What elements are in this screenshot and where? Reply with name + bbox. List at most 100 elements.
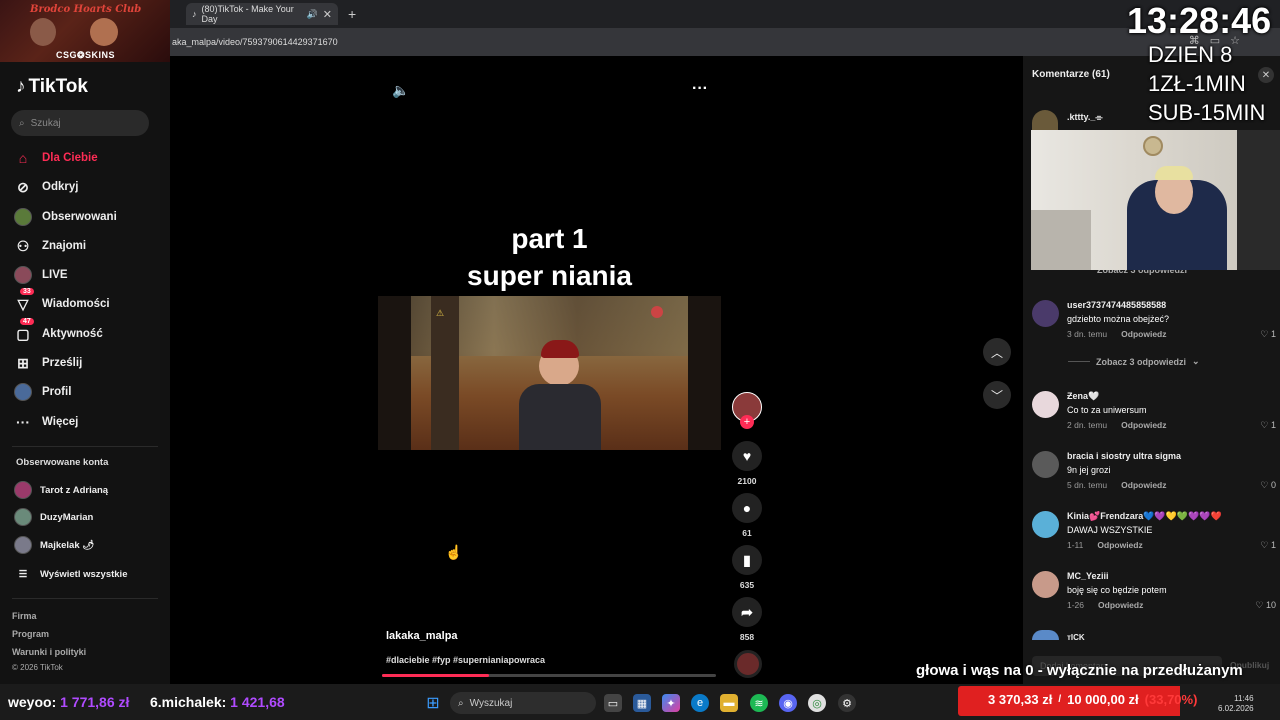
sidebar-item-label: Więcej xyxy=(42,416,79,428)
sound-disc-icon[interactable] xyxy=(734,650,762,678)
next-video-button[interactable]: ﹀ xyxy=(983,381,1011,409)
comment-like-button[interactable]: ♡ 1 xyxy=(1260,420,1276,431)
file-explorer-icon[interactable]: ▬ xyxy=(720,694,738,712)
comment-avatar[interactable] xyxy=(1032,451,1059,478)
app-icon[interactable]: ⚙ xyxy=(838,694,856,712)
reply-button[interactable]: Odpowiedz xyxy=(1121,420,1166,430)
following-account[interactable]: Majkelak 🌶 xyxy=(14,534,164,556)
sidebar-item-upload[interactable]: ⊞ Prześlij xyxy=(14,351,164,375)
share-button[interactable]: ➦ 858 xyxy=(732,597,762,642)
footer-link-terms[interactable]: Warunki i polityki xyxy=(12,647,86,657)
close-comments-icon[interactable]: ✕ xyxy=(1258,67,1274,83)
search-input[interactable]: ⌕ Szukaj xyxy=(11,110,149,136)
video-frame: ⚠ xyxy=(378,296,721,450)
store-icon[interactable]: ▦ xyxy=(633,694,651,712)
comment-avatar[interactable] xyxy=(1032,391,1059,418)
reply-button[interactable]: Odpowiedz xyxy=(1121,329,1166,339)
activity-icon: ▢ 47 xyxy=(14,318,34,343)
task-view-icon[interactable]: ▭ xyxy=(604,694,622,712)
follow-plus-icon[interactable]: + xyxy=(740,415,754,429)
mouse-cursor-icon: ☝ xyxy=(445,544,463,560)
comment-user[interactable]: .kttty._⌯ xyxy=(1067,112,1103,123)
comment-user[interactable]: bracia i siostry ultra sigma xyxy=(1067,451,1181,461)
search-icon: ⌕ xyxy=(458,697,464,709)
view-replies-button[interactable]: Zobacz 3 odpowiedzi ⌄ xyxy=(1068,356,1200,367)
comment-user[interactable]: user3737474485858588 xyxy=(1067,300,1166,310)
comment-like-count: 10 xyxy=(1265,600,1276,610)
stream-club-title: Brodco Hoarts Club xyxy=(30,4,142,15)
footer-link-company[interactable]: Firma xyxy=(12,611,37,621)
share-count: 858 xyxy=(739,632,755,642)
sidebar-item-messages[interactable]: ▽ 33 Wiadomości xyxy=(14,288,164,316)
comment-button[interactable]: ● 61 xyxy=(732,493,762,538)
footer-link-program[interactable]: Program xyxy=(12,629,49,639)
clock-date: 6.02.2026 xyxy=(1218,704,1254,713)
sidebar-item-label: LIVE xyxy=(42,269,68,281)
sponsor-label: CSG❂SKINS xyxy=(56,50,116,60)
sidebar-item-more[interactable]: ··· Więcej xyxy=(14,410,164,434)
tab-close-icon[interactable]: ✕ xyxy=(323,8,332,21)
comment-avatar[interactable] xyxy=(1032,300,1059,327)
taskbar-search-input[interactable]: ⌕ Wyszukaj xyxy=(450,692,596,714)
like-button[interactable]: ♥ 2100 xyxy=(732,441,762,486)
logo-text: TikTok xyxy=(28,76,88,97)
comment-user[interactable]: Ƶena🤍 xyxy=(1067,391,1099,402)
more-options-icon[interactable]: ··· xyxy=(692,80,708,98)
comment-user[interactable]: тICK xyxy=(1067,633,1085,642)
new-tab-button[interactable]: + xyxy=(348,6,356,22)
system-clock[interactable]: 11:46 6.02.2026 xyxy=(1218,694,1254,714)
sidebar-item-profile[interactable]: Profil xyxy=(14,380,164,404)
browser-tab-tiktok[interactable]: ♪ (80)TikTok - Make Your Day 🔊 ✕ xyxy=(186,3,338,25)
tiktok-logo[interactable]: ♪ TikTok xyxy=(16,76,88,98)
discord-icon[interactable]: ◉ xyxy=(779,694,797,712)
comment-user[interactable]: MC_Yeziii xyxy=(1067,571,1109,581)
comment-like-button[interactable]: ♡ 10 xyxy=(1255,600,1276,611)
comment-text: boję się co będzie potem xyxy=(1067,585,1167,595)
account-avatar xyxy=(14,508,32,526)
stream-banner: Brodco Hoarts Club CSG❂SKINS xyxy=(0,0,170,62)
chrome-icon[interactable]: ◎ xyxy=(808,694,826,712)
reply-button[interactable]: Odpowiedz xyxy=(1097,540,1142,550)
video-author[interactable]: lakaka_malpa xyxy=(386,630,458,642)
sidebar-item-label: Wiadomości xyxy=(42,298,110,310)
sidebar-item-activity[interactable]: ▢ 47 Aktywność xyxy=(14,318,164,346)
see-all-label: Wyświetl wszystkie xyxy=(40,568,128,580)
save-button[interactable]: ▮ 635 xyxy=(732,545,762,590)
reply-button[interactable]: Odpowiedz xyxy=(1121,480,1166,490)
sidebar-item-for-you[interactable]: ⌂ Dla Ciebie xyxy=(14,146,164,170)
following-account[interactable]: Tarot z Adrianą xyxy=(14,479,164,501)
tab-audio-icon[interactable]: 🔊 xyxy=(307,9,318,20)
previous-video-button[interactable]: ︿ xyxy=(983,338,1011,366)
copilot-icon[interactable]: ✦ xyxy=(662,694,680,712)
chevron-down-icon: ⌄ xyxy=(1192,356,1200,366)
comment-avatar[interactable] xyxy=(1032,110,1058,130)
spotify-icon[interactable]: ≋ xyxy=(750,694,768,712)
comment-avatar[interactable] xyxy=(1032,511,1059,538)
sidebar-item-explore[interactable]: ⊘ Odkryj xyxy=(14,175,164,199)
volume-icon[interactable]: 🔈 xyxy=(392,82,409,99)
comment-like-button[interactable]: ♡ 1 xyxy=(1260,329,1276,340)
edge-icon[interactable]: e xyxy=(691,694,709,712)
comment-avatar[interactable] xyxy=(1032,630,1059,640)
comment-user[interactable]: Kinia💕Frendzara💙💜💛💚💜💜❤️ xyxy=(1067,511,1222,522)
reply-button[interactable]: Odpowiedz xyxy=(1098,600,1143,610)
video-progress-bar[interactable] xyxy=(382,674,716,677)
comment-like-button[interactable]: ♡ 0 xyxy=(1260,480,1276,491)
sidebar-item-following[interactable]: Obserwowani xyxy=(14,205,164,229)
comment-like-button[interactable]: ♡ 1 xyxy=(1260,540,1276,551)
sidebar-item-friends[interactable]: ⚇ Znajomi xyxy=(14,234,164,258)
video-title-overlay: part 1 super niania xyxy=(378,220,721,294)
sidebar-divider xyxy=(12,446,158,447)
following-accounts-title: Obserwowane konta xyxy=(16,457,109,468)
tab-title: (80)TikTok - Make Your Day xyxy=(201,4,294,24)
sidebar-item-live[interactable]: LIVE xyxy=(14,263,164,287)
account-avatar xyxy=(14,481,32,499)
see-all-following-button[interactable]: ☰ Wyświetl wszystkie xyxy=(14,563,164,585)
comment-avatar[interactable] xyxy=(1032,571,1059,598)
video-hashtags[interactable]: #dlaciebie #fyp #supernianiapowraca xyxy=(386,655,545,665)
sidebar-divider xyxy=(12,598,158,599)
following-account[interactable]: DuzyMarian xyxy=(14,506,164,528)
account-name: Tarot z Adrianą xyxy=(40,484,109,496)
windows-start-icon[interactable]: ⊞ xyxy=(424,694,442,712)
url-text[interactable]: aka_malpa/video/7593790614429371670 xyxy=(172,37,338,47)
